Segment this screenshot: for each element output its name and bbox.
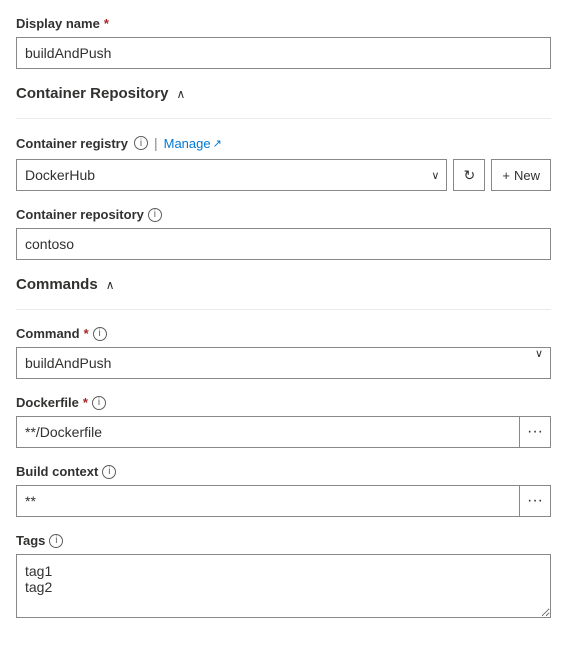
display-name-required: * [104,16,109,31]
dockerfile-label-text: Dockerfile [16,395,79,410]
dockerfile-browse-button[interactable]: ··· [519,416,551,448]
commands-divider [16,309,551,310]
dockerfile-info-icon[interactable]: i [92,396,106,410]
command-info-icon[interactable]: i [93,327,107,341]
tags-field: Tags i tag1 tag2 [16,533,551,621]
container-registry-label: Container registry [16,136,128,151]
commands-collapse-icon[interactable]: ∧ [106,278,115,292]
container-registry-select[interactable]: DockerHub [16,159,447,191]
ellipsis-icon: ··· [527,423,543,441]
build-context-input-group: ··· [16,485,551,517]
tags-label-text: Tags [16,533,45,548]
container-repository-input[interactable] [16,228,551,260]
command-label-text: Command [16,326,80,341]
display-name-label: Display name * [16,16,551,31]
build-context-ellipsis-icon: ··· [527,492,543,510]
container-repository-label-text: Container repository [16,207,144,222]
command-dropdown-wrapper: buildAndPush build push ∨ [16,347,551,379]
container-repository-title: Container Repository [16,85,169,102]
display-name-section: Display name * [16,16,551,69]
dockerfile-input[interactable] [16,416,519,448]
commands-header: Commands ∧ [16,276,551,293]
plus-icon: + [502,168,510,183]
container-registry-info-icon[interactable]: i [134,136,148,150]
container-registry-dropdown-wrapper: DockerHub ∨ [16,159,447,191]
container-repository-divider [16,118,551,119]
command-label: Command * i [16,326,551,341]
registry-new-button[interactable]: + New [491,159,551,191]
manage-link[interactable]: Manage ↗ [164,136,222,151]
build-context-info-icon[interactable]: i [102,465,116,479]
container-repository-collapse-icon[interactable]: ∧ [177,87,186,101]
container-repository-header: Container Repository ∧ [16,85,551,102]
commands-section: Commands ∧ Command * i buildAndPush buil… [16,276,551,621]
container-repository-field: Container repository i [16,207,551,260]
build-context-browse-button[interactable]: ··· [519,485,551,517]
pipe-separator: | [154,135,158,151]
new-label: New [514,168,540,183]
external-link-icon: ↗ [213,137,222,150]
manage-label: Manage [164,136,211,151]
container-repository-section: Container Repository ∧ Container registr… [16,85,551,260]
container-repository-info-icon[interactable]: i [148,208,162,222]
container-registry-field: Container registry i | Manage ↗ DockerHu… [16,135,551,191]
build-context-input[interactable] [16,485,519,517]
dockerfile-label: Dockerfile * i [16,395,551,410]
container-registry-controls: DockerHub ∨ ↻ + New [16,159,551,191]
display-name-text: Display name [16,16,100,31]
dockerfile-required: * [83,395,88,410]
tags-input[interactable]: tag1 tag2 [16,554,551,618]
tags-label: Tags i [16,533,551,548]
command-required: * [84,326,89,341]
tags-info-icon[interactable]: i [49,534,63,548]
command-select[interactable]: buildAndPush build push [16,347,551,379]
build-context-label-text: Build context [16,464,98,479]
build-context-field: Build context i ··· [16,464,551,517]
registry-refresh-button[interactable]: ↻ [453,159,485,191]
container-repository-field-label: Container repository i [16,207,551,222]
command-field: Command * i buildAndPush build push ∨ [16,326,551,379]
commands-title: Commands [16,276,98,293]
dockerfile-field: Dockerfile * i ··· [16,395,551,448]
build-context-label: Build context i [16,464,551,479]
display-name-input[interactable] [16,37,551,69]
container-registry-label-row: Container registry i | Manage ↗ [16,135,551,151]
dockerfile-input-group: ··· [16,416,551,448]
refresh-icon: ↻ [464,167,476,184]
